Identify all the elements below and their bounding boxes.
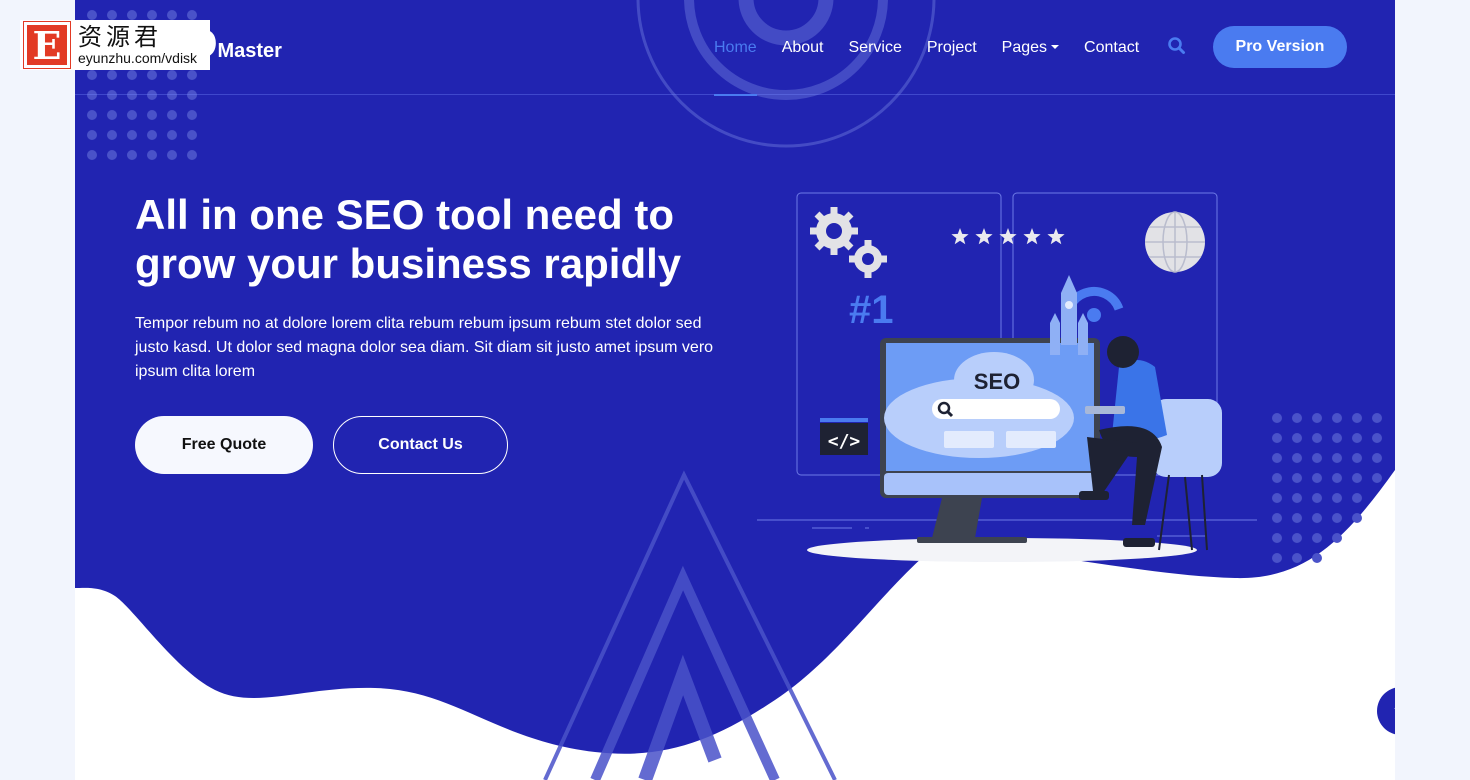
pattern-dot	[87, 150, 97, 160]
pattern-dot	[1332, 473, 1342, 483]
navbar: SEO Master Home About Service Project Pa…	[75, 0, 1395, 96]
watermark: E 资源君 eyunzhu.com/vdisk	[20, 20, 210, 70]
pattern-dot	[1272, 473, 1282, 483]
pattern-dot	[147, 150, 157, 160]
pattern-dot	[107, 110, 117, 120]
nav-pages-label: Pages	[1001, 38, 1048, 56]
pattern-dot	[1332, 413, 1342, 423]
contact-us-button[interactable]: Contact Us	[333, 416, 508, 474]
star-icon	[1047, 228, 1065, 245]
star-icon	[975, 228, 993, 245]
watermark-chinese: 资源君	[78, 23, 162, 51]
globe-icon	[1145, 211, 1205, 273]
pattern-dot	[1332, 533, 1342, 543]
pattern-dot	[1332, 493, 1342, 503]
star-icon	[999, 228, 1017, 245]
main-nav: Home About Service Project Pages Contact	[714, 0, 1164, 96]
nav-home[interactable]: Home	[714, 0, 757, 96]
pattern-dot	[1292, 413, 1302, 423]
pattern-dot	[187, 150, 197, 160]
pattern-dot	[1312, 553, 1322, 563]
pattern-dot	[1312, 473, 1322, 483]
arrow-up-icon	[1394, 707, 1395, 709]
pattern-dot	[107, 150, 117, 160]
hero-description: Tempor rebum no at dolore lorem clita re…	[135, 315, 714, 380]
pattern-dot	[1312, 513, 1322, 523]
search-icon	[1168, 37, 1185, 54]
nav-pages-dropdown[interactable]: Pages	[1001, 0, 1060, 95]
pattern-dot	[1352, 513, 1362, 523]
pattern-dot	[1372, 473, 1382, 483]
search-button[interactable]	[1167, 36, 1187, 56]
pattern-dot	[1272, 553, 1282, 563]
pattern-dot	[1352, 433, 1362, 443]
star-icon	[1023, 228, 1041, 245]
rating-stars	[951, 228, 1065, 245]
monitor: SEO	[880, 338, 1100, 543]
pattern-dot	[1312, 453, 1322, 463]
pattern-dot	[167, 110, 177, 120]
nav-about[interactable]: About	[782, 0, 824, 95]
pattern-dot	[1272, 433, 1282, 443]
pattern-dot	[107, 130, 117, 140]
pattern-dot	[1352, 413, 1362, 423]
pattern-dot	[1272, 413, 1282, 423]
pattern-dot	[1292, 493, 1302, 503]
nav-contact[interactable]: Contact	[1084, 0, 1139, 95]
pattern-dot	[1312, 493, 1322, 503]
pattern-dot	[1292, 453, 1302, 463]
pattern-dot	[187, 130, 197, 140]
code-label: </>	[828, 431, 861, 452]
pattern-dot	[1352, 473, 1362, 483]
star-icon	[951, 228, 969, 245]
pattern-dot	[127, 150, 137, 160]
nav-project[interactable]: Project	[927, 0, 977, 95]
hero-title: All in one SEO tool need to grow your bu…	[135, 191, 682, 287]
caret-down-icon	[1051, 44, 1060, 49]
rank-label: #1	[849, 288, 894, 332]
pattern-dot	[1372, 453, 1382, 463]
rocket-icon	[1050, 275, 1088, 355]
pattern-dot	[1272, 513, 1282, 523]
pattern-dot	[187, 110, 197, 120]
pattern-dot	[1272, 453, 1282, 463]
pattern-dot	[1292, 513, 1302, 523]
pattern-dot	[1372, 433, 1382, 443]
free-quote-button[interactable]: Free Quote	[135, 416, 313, 474]
pattern-dot	[127, 110, 137, 120]
code-icon: </>	[820, 418, 868, 455]
pattern-dot	[167, 130, 177, 140]
pattern-dot	[1332, 433, 1342, 443]
pattern-dot	[127, 130, 137, 140]
pattern-dot	[147, 130, 157, 140]
watermark-url: eyunzhu.com/vdisk	[78, 50, 198, 66]
person-with-laptop	[1079, 336, 1222, 551]
pattern-dot	[1312, 533, 1322, 543]
pattern-dot	[87, 110, 97, 120]
watermark-logo: E	[23, 21, 71, 69]
pattern-dot	[1332, 453, 1342, 463]
pattern-dot	[1312, 433, 1322, 443]
brand-suffix: Master	[217, 40, 282, 62]
screen-seo-label: SEO	[974, 369, 1020, 394]
seo-illustration: #1 </> SEO	[757, 192, 1257, 562]
nav-service[interactable]: Service	[849, 0, 902, 95]
pattern-dot	[1352, 453, 1362, 463]
pattern-dot	[1292, 433, 1302, 443]
pattern-dot	[1272, 493, 1282, 503]
page-container: SEO Master Home About Service Project Pa…	[75, 0, 1395, 780]
pattern-dot	[1372, 413, 1382, 423]
pro-version-button[interactable]: Pro Version	[1213, 26, 1347, 68]
pattern-dot	[1332, 513, 1342, 523]
pattern-dot	[1272, 533, 1282, 543]
pattern-dot	[1292, 533, 1302, 543]
pattern-dot	[167, 150, 177, 160]
pattern-dot	[147, 110, 157, 120]
pattern-dot	[1292, 553, 1302, 563]
watermark-text: 资源君 eyunzhu.com/vdisk	[78, 24, 197, 66]
pattern-dot	[1312, 413, 1322, 423]
pattern-dot	[1352, 493, 1362, 503]
pattern-dot	[1292, 473, 1302, 483]
pattern-dot	[87, 130, 97, 140]
